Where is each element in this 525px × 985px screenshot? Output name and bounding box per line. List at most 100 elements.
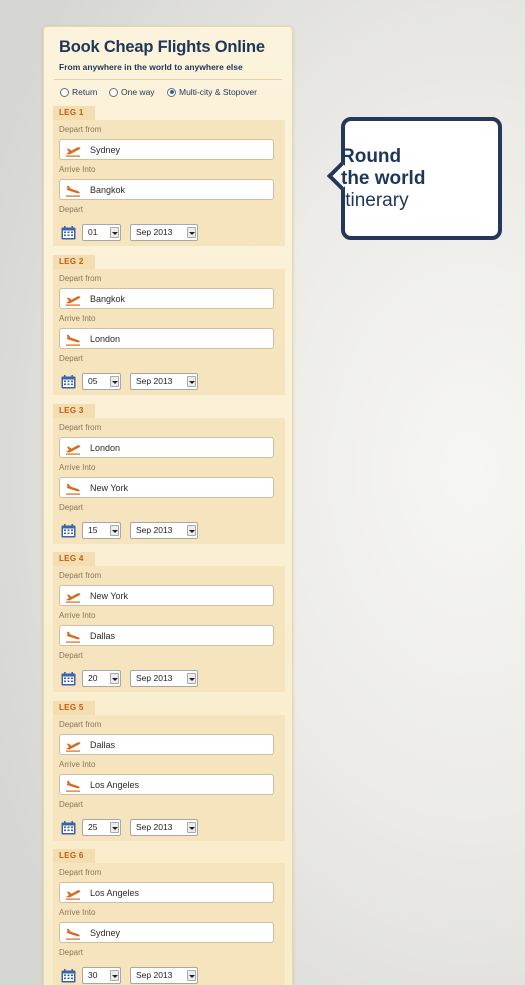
trip-type-return-label: Return — [72, 87, 98, 97]
chevron-down-icon[interactable] — [187, 822, 196, 833]
depart-month-value: Sep 2013 — [136, 822, 173, 832]
radio-one-way[interactable] — [109, 87, 118, 97]
calendar-icon[interactable] — [61, 375, 76, 389]
calendar-icon[interactable] — [61, 969, 76, 983]
callout-content: Round the world itinerary — [341, 117, 502, 240]
takeoff-plane-icon — [65, 144, 81, 157]
chevron-down-icon[interactable] — [110, 970, 119, 981]
depart-from-field[interactable]: Dallas — [59, 734, 274, 755]
widget-subtitle: From anywhere in the world to anywhere e… — [59, 62, 243, 72]
arrive-into-field[interactable]: Sydney — [59, 922, 274, 943]
leg-label: LEG 6 — [53, 849, 95, 863]
arrive-into-field[interactable]: London — [59, 328, 274, 349]
chevron-down-icon[interactable] — [110, 673, 119, 684]
depart-day-select[interactable]: 05 — [82, 373, 121, 390]
leg-1: LEG 1 Depart from Sydney Arrive Into Bangkok… — [53, 106, 285, 246]
landing-plane-icon — [65, 184, 81, 197]
depart-day-select[interactable]: 20 — [82, 670, 121, 687]
radio-multi-city[interactable] — [167, 87, 176, 97]
depart-month-value: Sep 2013 — [136, 525, 173, 535]
depart-month-value: Sep 2013 — [136, 673, 173, 683]
leg-body: Depart from Bangkok Arrive Into London Depar… — [53, 269, 285, 395]
leg-4: LEG 4 Depart from New York Arrive Into Dalla… — [53, 552, 285, 692]
depart-from-value: New York — [90, 590, 129, 601]
callout-line-2: the world — [341, 168, 426, 189]
depart-from-label: Depart from — [59, 571, 102, 580]
calendar-icon[interactable] — [61, 524, 76, 538]
depart-from-value: London — [90, 442, 121, 453]
depart-day-select[interactable]: 30 — [82, 967, 121, 984]
depart-date-row: 15 Sep 2013 — [59, 522, 274, 539]
trip-type-one-way[interactable]: One way — [109, 86, 155, 98]
depart-day-select[interactable]: 25 — [82, 819, 121, 836]
depart-month-select[interactable]: Sep 2013 — [130, 967, 198, 984]
depart-from-field[interactable]: Los Angeles — [59, 882, 274, 903]
leg-label: LEG 1 — [53, 106, 95, 120]
leg-body: Depart from Dallas Arrive Into Los Angeles D… — [53, 715, 285, 841]
depart-from-field[interactable]: London — [59, 437, 274, 458]
depart-from-field[interactable]: Bangkok — [59, 288, 274, 309]
trip-type-multi-city-label: Multi-city & Stopover — [179, 87, 257, 97]
depart-day-select[interactable]: 15 — [82, 522, 121, 539]
depart-month-select[interactable]: Sep 2013 — [130, 670, 198, 687]
arrive-into-label: Arrive Into — [59, 165, 96, 174]
calendar-icon[interactable] — [61, 226, 76, 240]
radio-return[interactable] — [60, 87, 69, 97]
depart-from-label: Depart from — [59, 125, 102, 134]
leg-label: LEG 4 — [53, 552, 95, 566]
arrive-into-field[interactable]: New York — [59, 477, 274, 498]
depart-date-label: Depart — [59, 651, 84, 660]
header-divider — [54, 79, 282, 80]
arrive-into-field[interactable]: Bangkok — [59, 179, 274, 200]
chevron-down-icon[interactable] — [110, 822, 119, 833]
arrive-into-field[interactable]: Los Angeles — [59, 774, 274, 795]
arrive-into-value: Los Angeles — [90, 779, 140, 790]
leg-5: LEG 5 Depart from Dallas Arrive Into Los Ang… — [53, 701, 285, 841]
leg-label: LEG 3 — [53, 404, 95, 418]
arrive-into-value: London — [90, 333, 121, 344]
chevron-down-icon[interactable] — [187, 525, 196, 536]
chevron-down-icon[interactable] — [187, 673, 196, 684]
leg-body: Depart from London Arrive Into New York Depa… — [53, 418, 285, 544]
chevron-down-icon[interactable] — [110, 376, 119, 387]
depart-month-select[interactable]: Sep 2013 — [130, 522, 198, 539]
depart-from-value: Bangkok — [90, 293, 126, 304]
takeoff-plane-icon — [65, 293, 81, 306]
trip-type-multi-city[interactable]: Multi-city & Stopover — [167, 86, 257, 98]
chevron-down-icon[interactable] — [110, 525, 119, 536]
arrive-into-value: Bangkok — [90, 184, 126, 195]
arrive-into-label: Arrive Into — [59, 760, 96, 769]
depart-day-value: 15 — [88, 525, 98, 535]
calendar-icon[interactable] — [61, 821, 76, 835]
chevron-down-icon[interactable] — [110, 227, 119, 238]
arrive-into-label: Arrive Into — [59, 611, 96, 620]
landing-plane-icon — [65, 779, 81, 792]
depart-from-field[interactable]: New York — [59, 585, 274, 606]
depart-day-value: 25 — [88, 822, 98, 832]
takeoff-plane-icon — [65, 739, 81, 752]
chevron-down-icon[interactable] — [187, 227, 196, 238]
landing-plane-icon — [65, 630, 81, 643]
depart-date-row: 30 Sep 2013 — [59, 967, 274, 984]
depart-month-select[interactable]: Sep 2013 — [130, 224, 198, 241]
chevron-down-icon[interactable] — [187, 376, 196, 387]
depart-date-row: 05 Sep 2013 — [59, 373, 274, 390]
calendar-icon[interactable] — [61, 672, 76, 686]
arrive-into-label: Arrive Into — [59, 908, 96, 917]
depart-month-select[interactable]: Sep 2013 — [130, 373, 198, 390]
depart-month-select[interactable]: Sep 2013 — [130, 819, 198, 836]
depart-day-select[interactable]: 01 — [82, 224, 121, 241]
chevron-down-icon[interactable] — [187, 970, 196, 981]
depart-day-value: 01 — [88, 227, 98, 237]
callout-line-1: Round — [341, 146, 402, 167]
arrive-into-value: Sydney — [90, 927, 121, 938]
arrive-into-field[interactable]: Dallas — [59, 625, 274, 646]
arrive-into-label: Arrive Into — [59, 463, 96, 472]
depart-from-label: Depart from — [59, 423, 102, 432]
leg-label: LEG 5 — [53, 701, 95, 715]
depart-month-value: Sep 2013 — [136, 970, 173, 980]
trip-type-return[interactable]: Return — [60, 86, 98, 98]
arrive-into-value: Dallas — [90, 630, 116, 641]
depart-from-field[interactable]: Sydney — [59, 139, 274, 160]
depart-date-label: Depart — [59, 354, 84, 363]
